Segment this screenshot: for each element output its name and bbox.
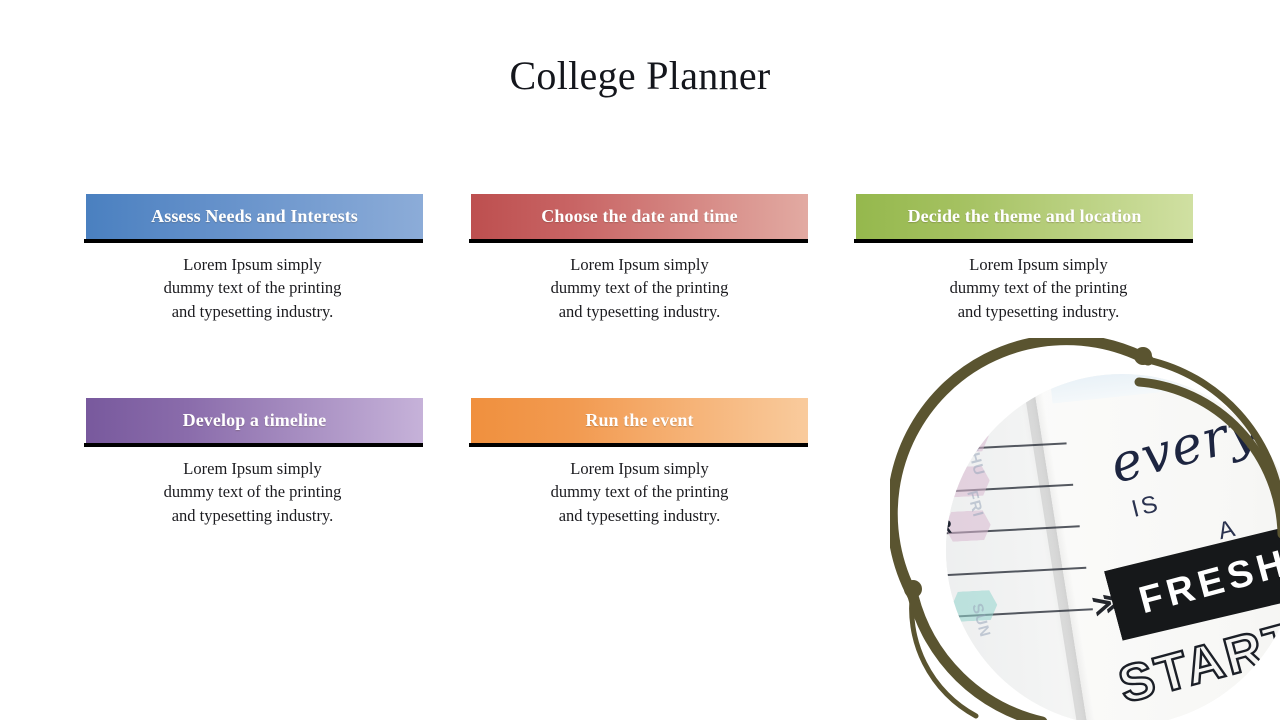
card-underline [854,239,1193,243]
card-body-line: and typesetting industry. [558,505,721,525]
ring-arc-outer-tail [1144,356,1280,511]
card-body-line: Lorem Ipsum simply [183,255,322,274]
card-body: Lorem Ipsum simply dummy text of the pri… [471,457,808,527]
card-body-line: and typesetting industry. [558,301,721,321]
card-header-bar: Run the event [469,398,808,447]
card-header-bar: Assess Needs and Interests [84,194,423,243]
ring-arc-outer [890,338,1154,602]
ring-dot-left-icon [904,580,922,598]
card-body: Lorem Ipsum simply dummy text of the pri… [84,253,421,323]
card-underline [469,443,808,447]
card-run-the-event[interactable]: Run the event Lorem Ipsum simply dummy t… [469,398,808,527]
card-heading: Choose the date and time [541,206,738,226]
card-body-line: and typesetting industry. [171,505,334,525]
card-assess-needs-and-interests[interactable]: Assess Needs and Interests Lorem Ipsum s… [84,194,423,323]
decorative-rings [890,338,1280,720]
card-header-bar: Develop a timeline [84,398,423,447]
card-header-bar: Choose the date and time [469,194,808,243]
card-choose-the-date-and-time[interactable]: Choose the date and time Lorem Ipsum sim… [469,194,808,323]
card-body-line: Lorem Ipsum simply [570,255,709,274]
card-underline [84,443,423,447]
card-body-line: dummy text of the printing [163,278,342,298]
card-heading: Run the event [585,410,694,430]
card-underline [84,239,423,243]
card-body-line: and typesetting industry. [957,301,1120,321]
card-body-line: Lorem Ipsum simply [183,459,322,478]
card-develop-a-timeline[interactable]: Develop a timeline Lorem Ipsum simply du… [84,398,423,527]
card-body: Lorem Ipsum simply dummy text of the pri… [84,457,421,527]
ring-arc-inner [1134,377,1280,539]
ring-dot-top-icon [1134,347,1152,365]
card-body-line: dummy text of the printing [550,482,729,502]
page-title: College Planner [509,53,771,98]
ring-arc-outer-bottom [907,590,1048,720]
card-body-line: Lorem Ipsum simply [969,255,1108,274]
card-body: Lorem Ipsum simply dummy text of the pri… [870,253,1207,323]
card-heading: Develop a timeline [182,410,327,430]
card-body-line: dummy text of the printing [163,482,342,502]
card-heading: Assess Needs and Interests [151,206,358,226]
card-decide-the-theme-and-location[interactable]: Decide the theme and location Lorem Ipsu… [854,194,1193,323]
card-body: Lorem Ipsum simply dummy text of the pri… [471,253,808,323]
card-underline [469,239,808,243]
card-body-line: and typesetting industry. [171,301,334,321]
card-heading: Decide the theme and location [907,206,1142,226]
decorative-photo-cluster: ER ER ER WED THU FRI SUN everyday IS A ≫… [890,338,1280,720]
card-body-line: Lorem Ipsum simply [570,459,709,478]
card-header-bar: Decide the theme and location [854,194,1193,243]
slide-canvas: College Planner Assess Needs and Interes… [0,0,1280,720]
card-body-line: dummy text of the printing [550,278,729,298]
card-body-line: dummy text of the printing [949,278,1128,298]
